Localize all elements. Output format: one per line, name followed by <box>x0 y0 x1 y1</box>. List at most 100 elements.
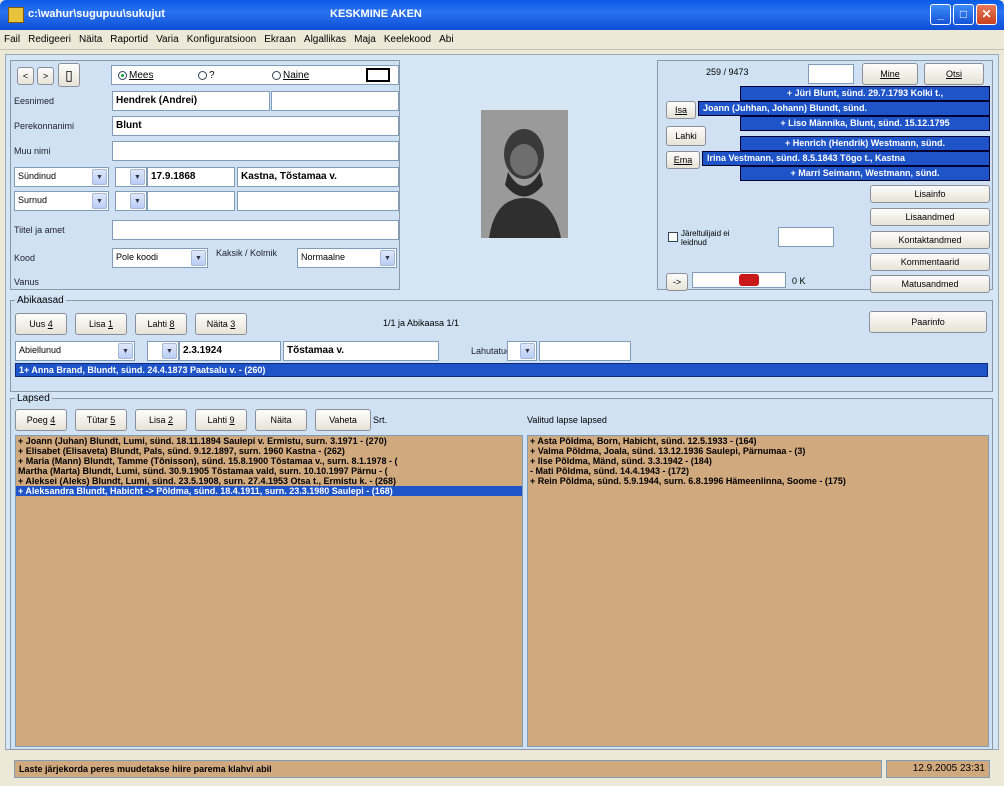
attachment-box[interactable] <box>692 272 786 288</box>
spouse-row[interactable]: 1+ Anna Brand, Blundt, sünd. 24.4.1873 P… <box>15 363 988 377</box>
list-item[interactable]: + Valma Põldma, Joala, sünd. 13.12.1936 … <box>528 446 988 456</box>
death-date-qualifier[interactable]: ▼ <box>115 191 147 211</box>
marriage-add-button[interactable]: Lisa 1 <box>75 313 127 335</box>
marriage-separate-button[interactable]: Lahti 8 <box>135 313 187 335</box>
marriage-show-button[interactable]: Näita 3 <box>195 313 247 335</box>
arrow-button[interactable]: -> <box>666 273 688 291</box>
app-icon[interactable] <box>8 7 24 23</box>
mother-button[interactable]: Ema <box>666 151 700 169</box>
divorce-label: Lahutatud <box>471 346 512 356</box>
child-daughter-button[interactable]: Tütar 5 <box>75 409 127 431</box>
list-item[interactable]: + Rein Põldma, sünd. 5.9.1944, surn. 6.8… <box>528 476 988 486</box>
pin-icon[interactable]: ▯ <box>58 63 80 87</box>
menu-bar: Fail Redigeeri Näita Raportid Varia Konfigura… <box>0 30 1004 50</box>
list-item[interactable]: + Aleksei (Aleks) Blundt, Lumi, sünd. 23… <box>16 476 522 486</box>
divorce-qualifier[interactable]: ▼ <box>507 341 537 361</box>
maximize-button[interactable]: □ <box>953 4 974 25</box>
list-item[interactable]: + Asta Põldma, Born, Habicht, sünd. 12.5… <box>528 436 988 446</box>
divorce-date-field[interactable] <box>539 341 631 361</box>
separate-button[interactable]: Lahki <box>666 126 706 146</box>
title-bar[interactable]: c:\wahur\sugupuu\sukujut KESKMINE AKEN _… <box>0 0 1004 30</box>
additional-data-button[interactable]: Lisaandmed <box>870 208 990 226</box>
child-show-button[interactable]: Näita <box>255 409 307 431</box>
menu-language[interactable]: Keelekood <box>380 30 435 45</box>
grandfather-maternal[interactable]: + Henrich (Hendrik) Westmann, sünd. <box>740 136 990 151</box>
menu-misc[interactable]: Varia <box>152 30 183 45</box>
children-group: Lapsed Poeg 4 Tütar 5 Lisa 2 Lahti 9 Näi… <box>10 393 993 750</box>
grandfather-paternal[interactable]: + Jüri Blunt, sünd. 29.7.1793 Kolki t., <box>740 86 990 101</box>
children-list[interactable]: + Joann (Juhan) Blundt, Lumi, sünd. 18.1… <box>15 435 523 747</box>
marriage-status: 1/1 ja Abikaasa 1/1 <box>383 318 460 328</box>
close-button[interactable]: ✕ <box>976 4 997 25</box>
child-son-button[interactable]: Poeg 4 <box>15 409 67 431</box>
photo-toggle-button[interactable] <box>366 68 390 82</box>
twins-combo[interactable]: Normaalne ▼ <box>297 248 397 268</box>
menu-help[interactable]: Abi <box>435 30 457 45</box>
died-combo[interactable]: Surnud ▼ <box>14 191 109 211</box>
descendants-field[interactable] <box>778 227 834 247</box>
sort-label: Srt. <box>373 415 388 425</box>
father-row[interactable]: Joann (Juhhan, Johann) Blundt, sünd. <box>698 101 990 116</box>
surname-field[interactable]: Blunt <box>112 116 399 136</box>
marriage-date-qualifier[interactable]: ▼ <box>147 341 179 361</box>
menu-screen[interactable]: Ekraan <box>260 30 300 45</box>
list-item[interactable]: Martha (Marta) Blundt, Lumi, sünd. 30.9.… <box>16 466 522 476</box>
goto-field[interactable] <box>808 64 854 84</box>
menu-sources[interactable]: Algallikas <box>300 30 350 45</box>
menu-file[interactable]: Fail <box>0 30 24 45</box>
next-button[interactable]: > <box>37 67 54 85</box>
minimize-button[interactable]: _ <box>930 4 951 25</box>
other-name-field[interactable] <box>112 141 399 161</box>
birth-date-field[interactable]: 17.9.1868 <box>147 167 235 187</box>
gender-unknown-radio[interactable]: ? <box>198 70 215 81</box>
surname-label: Perekonnanimi <box>14 121 75 131</box>
menu-config[interactable]: Konfiguratsioon <box>183 30 261 45</box>
birth-place-field[interactable]: Kastna, Tõstamaa v. <box>237 167 399 187</box>
death-place-field[interactable] <box>237 191 399 211</box>
go-button[interactable]: Mine <box>862 63 918 85</box>
menu-view[interactable]: Näita <box>75 30 106 45</box>
child-swap-button[interactable]: Vaheta <box>315 409 371 431</box>
comments-button[interactable]: Kommentaarid <box>870 253 990 271</box>
list-item[interactable]: + Ilse Põldma, Mänd, sünd. 3.3.1942 - (1… <box>528 456 988 466</box>
grandmother-maternal[interactable]: + Marri Seimann, Westmann, sünd. <box>740 166 990 181</box>
menu-reports[interactable]: Raportid <box>106 30 152 45</box>
titles-field[interactable] <box>112 220 399 240</box>
father-button[interactable]: Isa <box>666 101 696 119</box>
first-names-field[interactable]: Hendrek (Andrei) <box>112 91 270 111</box>
gender-female-radio[interactable]: Naine <box>272 70 309 81</box>
titles-label: Tiitel ja amet <box>14 225 65 235</box>
gender-male-radio[interactable]: Mees <box>118 70 153 81</box>
marriage-place-field[interactable]: Tõstamaa v. <box>283 341 439 361</box>
death-date-field[interactable] <box>147 191 235 211</box>
child-separate-button[interactable]: Lahti 9 <box>195 409 247 431</box>
list-item[interactable]: - Mati Põldma, sünd. 14.4.1943 - (172) <box>528 466 988 476</box>
couple-info-button[interactable]: Paarinfo <box>869 311 987 333</box>
menu-house[interactable]: Maja <box>350 30 380 45</box>
code-combo[interactable]: Pole koodi ▼ <box>112 248 208 268</box>
first-names-extra-field[interactable] <box>271 91 399 111</box>
search-button[interactable]: Otsi <box>924 63 984 85</box>
list-item[interactable]: + Elisabet (Elisaveta) Blundt, Pals, sün… <box>16 446 522 456</box>
menu-edit[interactable]: Redigeeri <box>24 30 75 45</box>
born-combo[interactable]: Sündinud ▼ <box>14 167 109 187</box>
burial-data-button[interactable]: Matusandmed <box>870 275 990 293</box>
grandchildren-list[interactable]: + Asta Põldma, Born, Habicht, sünd. 12.5… <box>527 435 989 747</box>
marriage-new-button[interactable]: Uus 4 <box>15 313 67 335</box>
suitcase-icon <box>739 274 759 286</box>
contact-data-button[interactable]: Kontaktandmed <box>870 231 990 249</box>
marital-status-combo[interactable]: Abiellunud ▼ <box>15 341 135 361</box>
marriage-date-field[interactable]: 2.3.1924 <box>179 341 281 361</box>
mother-row[interactable]: Irina Vestmann, sünd. 8.5.1843 Tõgo t., … <box>702 151 990 166</box>
grandmother-paternal[interactable]: + Liso Männika, Blunt, sünd. 15.12.1795 <box>740 116 990 131</box>
no-descendants-checkbox[interactable]: Järeltulijaid ei leidnud <box>668 229 752 247</box>
list-item-selected[interactable]: + Aleksandra Blundt, Habicht -> Põldma, … <box>16 486 522 496</box>
prev-button[interactable]: < <box>17 67 34 85</box>
list-item[interactable]: + Maria (Mann) Blundt, Tamme (Tõnisson),… <box>16 456 522 466</box>
child-add-button[interactable]: Lisa 2 <box>135 409 187 431</box>
extra-info-button[interactable]: Lisainfo <box>870 185 990 203</box>
gender-group: Mees ? Naine <box>111 65 399 85</box>
birth-date-qualifier[interactable]: ▼ <box>115 167 147 187</box>
person-photo[interactable] <box>481 110 568 238</box>
list-item[interactable]: + Joann (Juhan) Blundt, Lumi, sünd. 18.1… <box>16 436 522 446</box>
